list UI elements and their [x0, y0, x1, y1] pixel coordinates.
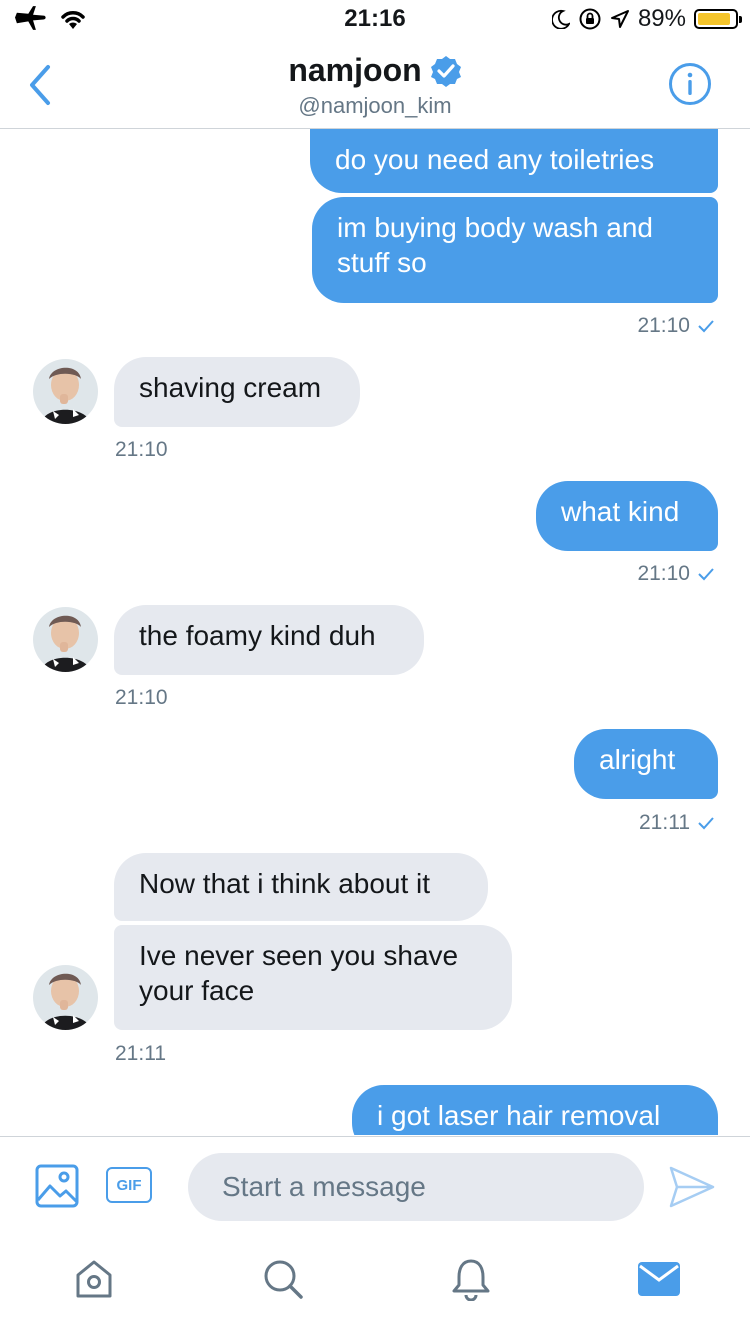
- mail-icon: [638, 1262, 680, 1296]
- contact-name: namjoon: [288, 52, 422, 88]
- message-bubble-out[interactable]: im buying body wash and stuff so: [312, 197, 718, 303]
- message-bubble-in[interactable]: Ive never seen you shave your face: [114, 925, 512, 1030]
- title-block: namjoon @namjoon_kim: [0, 52, 750, 119]
- avatar[interactable]: [33, 359, 98, 424]
- tab-search[interactable]: [258, 1254, 308, 1304]
- message-timestamp: 21:10: [637, 562, 714, 586]
- rotation-lock-icon: [579, 8, 601, 30]
- message-composer: GIF: [0, 1136, 750, 1237]
- message-list: do you need any toiletries im buying bod…: [0, 129, 750, 1135]
- timestamp-text: 21:11: [639, 811, 690, 834]
- message-bubble-out[interactable]: alright: [574, 729, 718, 799]
- sent-check-icon: [698, 568, 714, 581]
- battery-icon: [694, 9, 742, 29]
- bell-icon: [452, 1259, 490, 1301]
- location-icon: [610, 10, 629, 28]
- tab-notifications[interactable]: [446, 1254, 496, 1304]
- battery-percent: 89%: [637, 5, 686, 32]
- message-bubble-in[interactable]: Now that i think about it: [114, 853, 488, 921]
- verified-badge-icon: [430, 55, 461, 87]
- contact-handle: @namjoon_kim: [298, 93, 452, 118]
- gif-button[interactable]: GIF: [106, 1167, 152, 1203]
- timestamp-text: 21:10: [637, 314, 690, 337]
- avatar[interactable]: [33, 965, 98, 1030]
- tab-bar: [0, 1236, 750, 1334]
- message-bubble-in[interactable]: the foamy kind duh: [114, 605, 424, 675]
- status-right: 89%: [551, 5, 742, 33]
- avatar[interactable]: [33, 607, 98, 672]
- message-timestamp: 21:11: [115, 1042, 166, 1065]
- avatar-image: [33, 607, 98, 672]
- home-icon: [76, 1260, 112, 1298]
- sent-check-icon: [698, 817, 714, 830]
- message-bubble-out[interactable]: what kind: [536, 481, 718, 551]
- contact-title: namjoon: [288, 52, 461, 89]
- send-icon[interactable]: [668, 1165, 716, 1209]
- message-timestamp: 21:11: [639, 811, 714, 835]
- avatar-image: [33, 359, 98, 424]
- status-bar: 21:16 89%: [0, 0, 750, 40]
- moon-icon: [551, 9, 570, 29]
- message-timestamp: 21:10: [115, 686, 168, 709]
- sent-check-icon: [698, 320, 714, 333]
- message-bubble-out[interactable]: do you need any toiletries: [310, 129, 718, 193]
- avatar-image: [33, 965, 98, 1030]
- info-icon[interactable]: [668, 62, 712, 106]
- image-icon[interactable]: [35, 1164, 79, 1208]
- message-timestamp: 21:10: [637, 314, 714, 338]
- tab-messages[interactable]: [634, 1254, 684, 1304]
- battery-level: [698, 13, 731, 25]
- message-bubble-out[interactable]: i got laser hair removal: [352, 1085, 718, 1135]
- message-timestamp: 21:10: [115, 438, 168, 461]
- tab-home[interactable]: [69, 1254, 119, 1304]
- message-input[interactable]: [188, 1153, 644, 1221]
- search-icon: [264, 1260, 303, 1299]
- timestamp-text: 21:10: [637, 562, 690, 585]
- message-bubble-in[interactable]: shaving cream: [114, 357, 360, 427]
- conversation-header: namjoon @namjoon_kim: [0, 40, 750, 129]
